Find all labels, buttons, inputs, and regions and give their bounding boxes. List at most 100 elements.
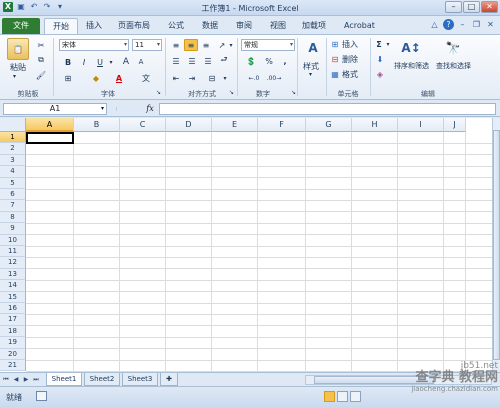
row-header[interactable]: 16: [0, 303, 26, 315]
tab-data[interactable]: 数据: [202, 18, 226, 34]
minimize-button[interactable]: –: [445, 1, 462, 13]
last-sheet-icon[interactable]: ⏭: [32, 375, 40, 385]
tab-home[interactable]: 开始: [44, 18, 78, 34]
row-header[interactable]: 9: [0, 223, 26, 235]
column-header[interactable]: F: [258, 118, 306, 132]
column-header[interactable]: G: [306, 118, 352, 132]
workbook-restore-icon[interactable]: ❐: [471, 19, 482, 30]
fill-color-icon[interactable]: ◆: [90, 73, 102, 83]
insert-cells-icon[interactable]: ⊞: [330, 39, 340, 49]
workbook-minimize-icon[interactable]: –: [457, 19, 468, 30]
find-select-button[interactable]: 查找和选择: [436, 61, 471, 71]
underline-button[interactable]: U: [95, 57, 105, 67]
find-select-icon[interactable]: 🔭: [444, 39, 462, 57]
phonetic-icon[interactable]: 文: [140, 73, 152, 83]
row-header[interactable]: 7: [0, 200, 26, 212]
autosum-dropdown-icon[interactable]: ▾: [385, 39, 391, 49]
number-dialog-launcher-icon[interactable]: ↘: [290, 89, 297, 96]
align-left-icon[interactable]: ☰: [170, 55, 182, 67]
column-header[interactable]: A: [26, 118, 74, 132]
clear-icon[interactable]: ◈: [374, 69, 386, 79]
cut-icon[interactable]: ✂: [36, 40, 46, 50]
tab-acrobat[interactable]: Acrobat: [344, 18, 380, 34]
sheet-tab-sheet2[interactable]: Sheet2: [84, 373, 120, 386]
row-header[interactable]: 1: [0, 132, 26, 144]
paste-dropdown-icon[interactable]: ▾: [13, 73, 16, 80]
merge-center-icon[interactable]: ⊟: [204, 72, 220, 84]
insert-function-button[interactable]: fx: [143, 103, 157, 115]
row-header[interactable]: 3: [0, 154, 26, 167]
copy-icon[interactable]: ⧉: [36, 55, 46, 65]
normal-view-icon[interactable]: [324, 391, 335, 402]
page-layout-view-icon[interactable]: [337, 391, 348, 402]
next-sheet-icon[interactable]: ▶: [22, 375, 30, 385]
decrease-indent-icon[interactable]: ⇤: [170, 72, 182, 84]
row-header[interactable]: 14: [0, 280, 26, 292]
align-bottom-icon[interactable]: ≡: [200, 39, 212, 51]
align-right-icon[interactable]: ☰: [202, 55, 214, 67]
row-header[interactable]: 10: [0, 234, 26, 246]
select-all-button[interactable]: [0, 118, 26, 132]
name-box[interactable]: A1 ▾: [3, 103, 107, 115]
vertical-scrollbar[interactable]: [492, 118, 500, 372]
delete-cells-icon[interactable]: ⊟: [330, 54, 340, 64]
row-header[interactable]: 6: [0, 189, 26, 201]
close-button[interactable]: ✕: [481, 1, 498, 13]
row-header[interactable]: 17: [0, 314, 26, 326]
sheet-tab-sheet3[interactable]: Sheet3: [122, 373, 158, 386]
page-break-view-icon[interactable]: [350, 391, 361, 402]
row-header[interactable]: 8: [0, 211, 26, 224]
column-header[interactable]: B: [74, 118, 120, 132]
sort-filter-icon[interactable]: A↕: [401, 39, 420, 57]
comma-button[interactable]: ,: [280, 55, 290, 67]
selected-cell[interactable]: [26, 132, 74, 144]
row-header[interactable]: 21: [0, 360, 26, 372]
italic-button[interactable]: I: [79, 57, 89, 67]
bold-button[interactable]: B: [63, 57, 73, 67]
paste-icon[interactable]: 📋: [7, 38, 29, 60]
delete-cells-button[interactable]: 删除: [342, 54, 358, 65]
column-header[interactable]: C: [120, 118, 166, 132]
row-header[interactable]: 19: [0, 337, 26, 349]
align-top-icon[interactable]: ≡: [170, 39, 182, 51]
worksheet-grid[interactable]: ABCDEFGHIJ 1 2 3 4 5 6 7 8 9 10 11 12 13 14 15 16 17 18 19…: [0, 118, 492, 372]
alignment-dialog-launcher-icon[interactable]: ↘: [228, 89, 235, 96]
paste-button[interactable]: 粘贴: [10, 62, 26, 73]
font-name-select[interactable]: 宋体 ▾: [59, 39, 129, 51]
formula-input[interactable]: [159, 103, 496, 115]
row-header[interactable]: 18: [0, 325, 26, 338]
shrink-font-button[interactable]: A: [135, 57, 147, 67]
row-header[interactable]: 2: [0, 143, 26, 155]
percent-button[interactable]: %: [264, 55, 274, 67]
format-cells-button[interactable]: 格式: [342, 69, 358, 80]
orientation-dropdown-icon[interactable]: ▾: [228, 39, 234, 51]
align-middle-icon[interactable]: ≡: [184, 39, 198, 51]
currency-icon[interactable]: 💲: [244, 55, 258, 67]
insert-sheet-icon[interactable]: ✚: [160, 373, 178, 386]
row-header[interactable]: 5: [0, 177, 26, 189]
sheet-tab-sheet1[interactable]: Sheet1: [46, 373, 82, 386]
column-header[interactable]: I: [398, 118, 444, 132]
insert-cells-button[interactable]: 插入: [342, 39, 358, 50]
first-sheet-icon[interactable]: ⏮: [2, 375, 10, 385]
fill-icon[interactable]: ⬇: [374, 54, 386, 64]
row-header[interactable]: 4: [0, 166, 26, 178]
sort-filter-button[interactable]: 排序和筛选: [394, 61, 429, 71]
autosum-button[interactable]: Σ: [374, 39, 384, 49]
tab-view[interactable]: 视图: [270, 18, 294, 34]
row-header[interactable]: 13: [0, 268, 26, 281]
column-header[interactable]: D: [166, 118, 212, 132]
font-dialog-launcher-icon[interactable]: ↘: [155, 89, 162, 96]
tab-file[interactable]: 文件: [2, 18, 40, 34]
row-header[interactable]: 12: [0, 257, 26, 269]
column-header[interactable]: J: [444, 118, 466, 132]
format-cells-icon[interactable]: ▦: [330, 69, 340, 79]
wrap-text-icon[interactable]: ⮐: [218, 55, 230, 67]
increase-indent-icon[interactable]: ⇥: [186, 72, 198, 84]
tab-insert[interactable]: 插入: [86, 18, 110, 34]
font-size-select[interactable]: 11 ▾: [132, 39, 162, 51]
minimize-ribbon-icon[interactable]: △: [429, 19, 440, 30]
maximize-button[interactable]: □: [463, 1, 480, 13]
prev-sheet-icon[interactable]: ◀: [12, 375, 20, 385]
border-icon[interactable]: ⊞: [62, 73, 74, 83]
